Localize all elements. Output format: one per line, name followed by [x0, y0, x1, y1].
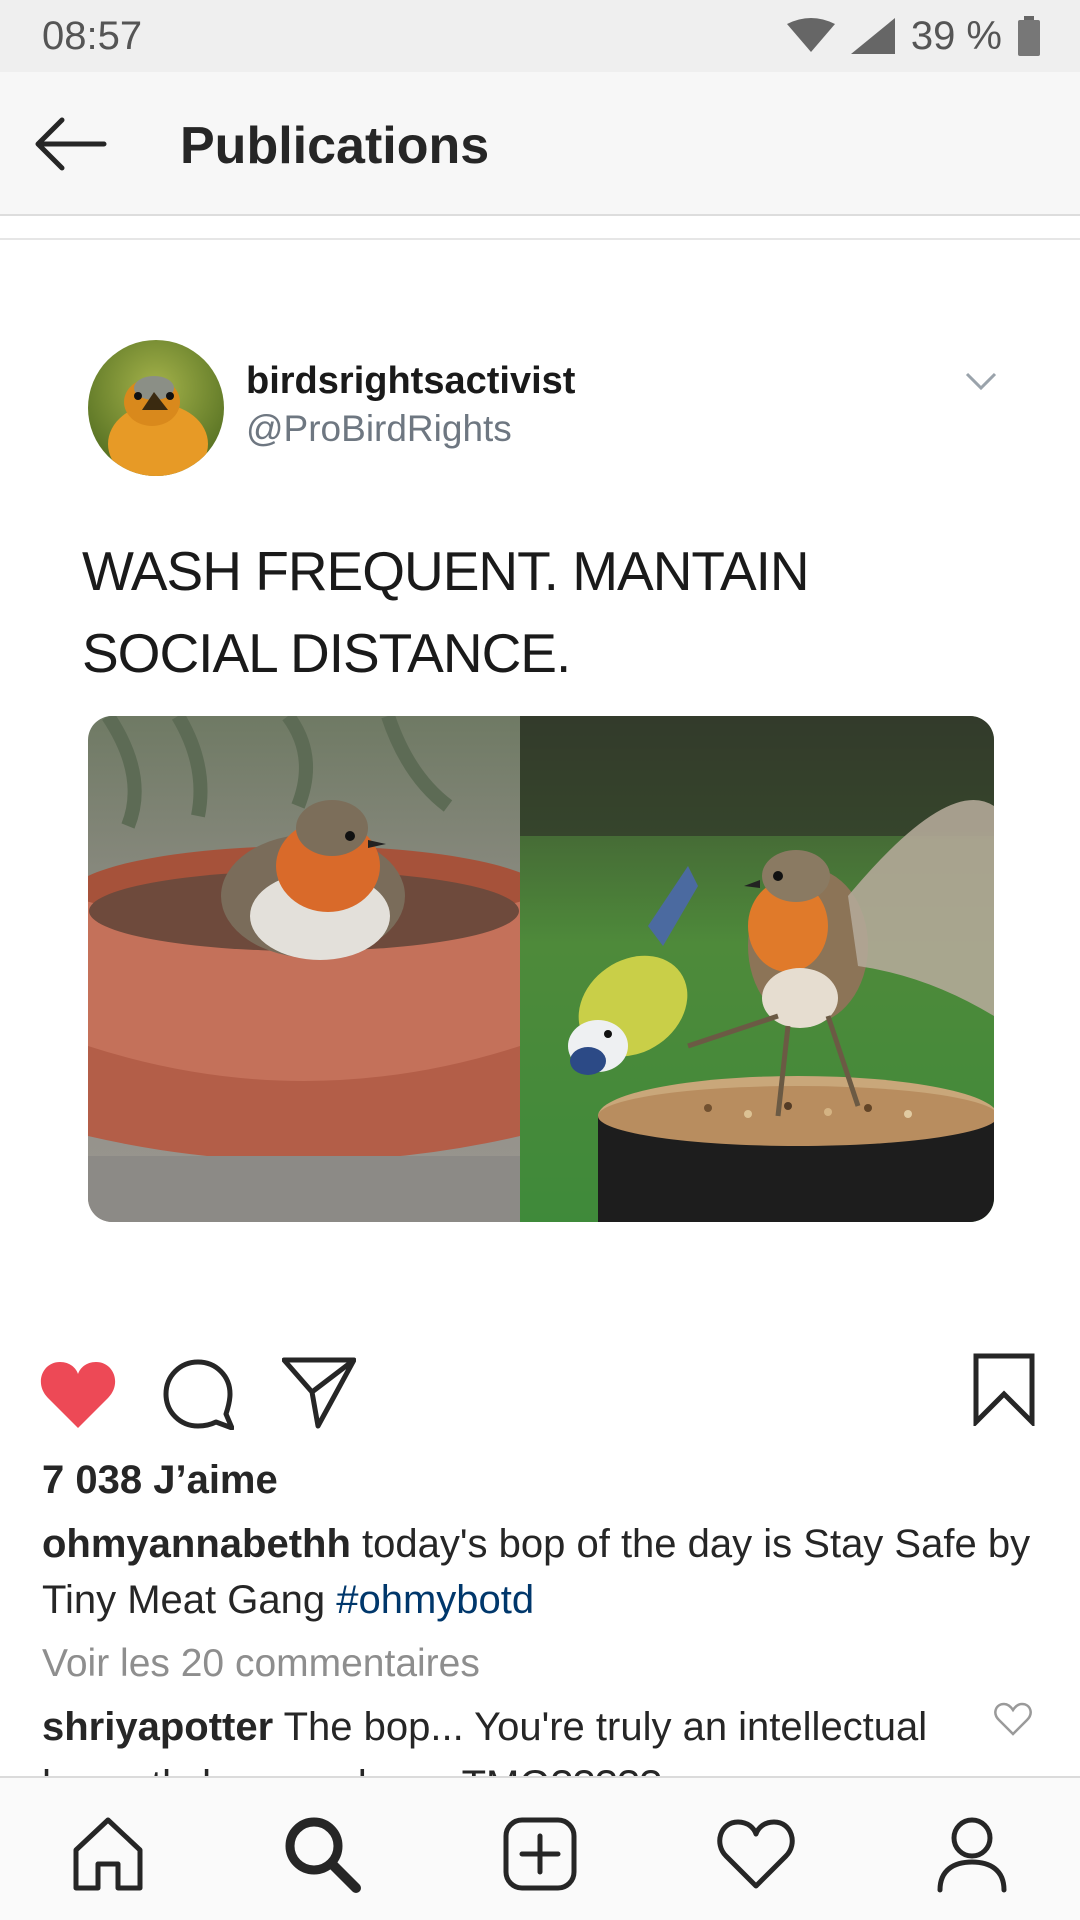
post-image[interactable]: birdsrightsactivist @ProBirdRights WASH … — [0, 240, 1080, 1280]
signal-icon — [850, 18, 895, 54]
wifi-icon — [786, 18, 835, 52]
heart-filled-icon[interactable] — [40, 1360, 116, 1430]
heart-outline-icon — [717, 1819, 795, 1889]
battery-percent: 39 % — [910, 13, 1002, 58]
status-time: 08:57 — [42, 13, 143, 58]
back-button[interactable] — [30, 112, 110, 176]
nav-profile[interactable] — [932, 1814, 1012, 1894]
bottom-nav — [0, 1776, 1080, 1920]
paper-plane-icon[interactable] — [282, 1356, 356, 1430]
comment-text: The bop... You're truly an intellectual — [273, 1705, 928, 1749]
status-indicators: 39 % — [786, 13, 1040, 59]
plus-square-icon — [503, 1817, 577, 1891]
comment-bubble-icon[interactable] — [162, 1358, 234, 1430]
home-icon — [73, 1817, 143, 1891]
nav-search[interactable] — [282, 1814, 362, 1894]
comment-username[interactable]: shriyapotter — [42, 1705, 273, 1749]
caption-username[interactable]: ohmyannabethh — [42, 1522, 351, 1566]
status-bar: 08:57 39 % — [0, 0, 1080, 72]
search-icon — [285, 1817, 361, 1893]
caption: ohmyannabethh today's bop of the day is … — [42, 1516, 1032, 1628]
likes-count[interactable]: 7 038 J’aime — [42, 1458, 278, 1503]
action-bar — [0, 1340, 1080, 1444]
heart-outline-icon[interactable] — [994, 1702, 1032, 1736]
battery-icon — [1018, 16, 1040, 56]
comment-overflow-text: honestly knop and now TMG????? — [42, 1756, 972, 1776]
tweet-display-name: birdsrightsactivist — [246, 360, 576, 402]
caption-hashtag[interactable]: #ohmybotd — [336, 1578, 534, 1622]
nav-new-post[interactable] — [500, 1814, 580, 1894]
tweet-text: WASH FREQUENT. MANTAIN SOCIAL DISTANCE. — [82, 540, 810, 684]
nav-activity[interactable] — [716, 1814, 796, 1894]
comment: shriyapotter The bop... You're truly an … — [42, 1698, 972, 1756]
page-title: Publications — [180, 117, 490, 175]
tweet-handle: @ProBirdRights — [246, 408, 512, 449]
chevron-down-icon — [965, 372, 997, 391]
view-comments-link[interactable]: Voir les 20 commentaires — [42, 1642, 480, 1686]
header: Publications — [0, 72, 1080, 216]
tweet-photo — [88, 716, 994, 1222]
nav-home[interactable] — [68, 1814, 148, 1894]
bookmark-icon[interactable] — [972, 1352, 1036, 1426]
tweet-avatar — [88, 340, 224, 476]
profile-icon — [937, 1817, 1007, 1893]
arrow-left-icon — [35, 117, 107, 171]
